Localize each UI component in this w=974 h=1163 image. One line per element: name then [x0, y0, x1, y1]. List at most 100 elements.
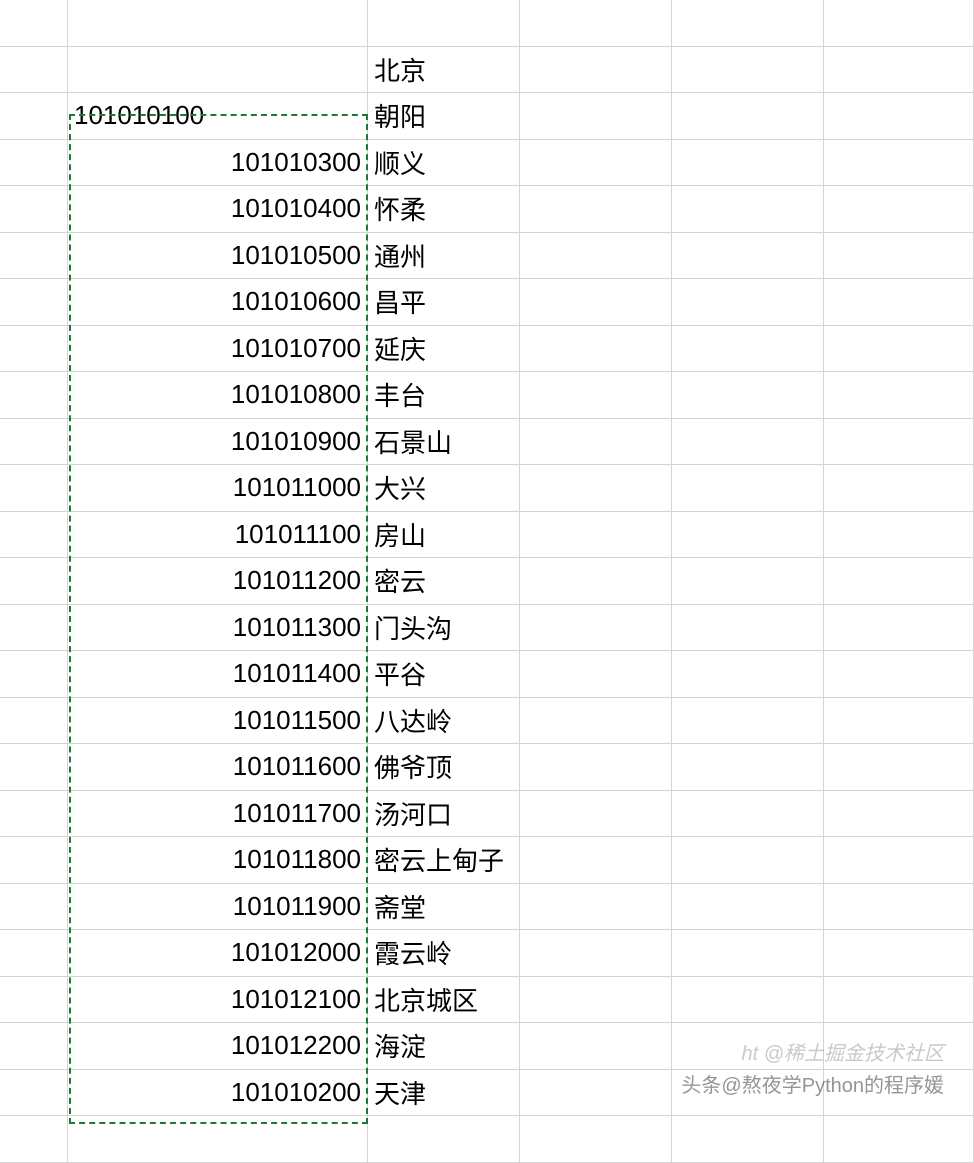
cell[interactable] — [520, 186, 672, 233]
code-cell[interactable]: 101012000 — [68, 930, 368, 977]
cell[interactable] — [824, 140, 974, 187]
cell[interactable] — [520, 512, 672, 559]
name-cell[interactable]: 朝阳 — [368, 93, 520, 140]
cell[interactable] — [824, 419, 974, 466]
cell[interactable] — [520, 1070, 672, 1117]
cell[interactable] — [0, 326, 68, 373]
cell[interactable] — [824, 186, 974, 233]
cell[interactable] — [0, 93, 68, 140]
code-cell[interactable]: 101010800 — [68, 372, 368, 419]
cell[interactable] — [520, 884, 672, 931]
cell[interactable] — [672, 930, 824, 977]
cell[interactable] — [672, 884, 824, 931]
cell[interactable] — [0, 605, 68, 652]
cell[interactable] — [824, 698, 974, 745]
name-cell[interactable]: 怀柔 — [368, 186, 520, 233]
cell[interactable] — [520, 419, 672, 466]
cell[interactable] — [824, 791, 974, 838]
cell[interactable] — [520, 140, 672, 187]
name-cell[interactable]: 丰台 — [368, 372, 520, 419]
cell[interactable] — [0, 140, 68, 187]
cell[interactable] — [0, 884, 68, 931]
name-cell[interactable]: 昌平 — [368, 279, 520, 326]
cell[interactable] — [824, 372, 974, 419]
name-cell[interactable]: 汤河口 — [368, 791, 520, 838]
name-cell[interactable]: 北京城区 — [368, 977, 520, 1024]
cell[interactable] — [520, 372, 672, 419]
cell[interactable] — [0, 977, 68, 1024]
code-cell[interactable]: 101011500 — [68, 698, 368, 745]
cell[interactable] — [672, 372, 824, 419]
cell[interactable] — [824, 0, 974, 47]
cell[interactable] — [672, 744, 824, 791]
code-cell[interactable]: 101010200 — [68, 1070, 368, 1117]
code-cell[interactable]: 101011200 — [68, 558, 368, 605]
cell[interactable] — [672, 791, 824, 838]
cell[interactable] — [68, 1116, 368, 1163]
cell[interactable] — [0, 233, 68, 280]
name-cell[interactable]: 八达岭 — [368, 698, 520, 745]
cell[interactable] — [672, 186, 824, 233]
cell[interactable] — [824, 651, 974, 698]
cell[interactable] — [0, 47, 68, 94]
cell[interactable] — [520, 744, 672, 791]
cell[interactable] — [520, 1023, 672, 1070]
code-cell[interactable]: 101010600 — [68, 279, 368, 326]
name-cell[interactable]: 佛爷顶 — [368, 744, 520, 791]
code-cell[interactable]: 101012100 — [68, 977, 368, 1024]
cell[interactable] — [824, 93, 974, 140]
name-cell[interactable]: 延庆 — [368, 326, 520, 373]
cell[interactable] — [520, 233, 672, 280]
code-cell[interactable]: 101011400 — [68, 651, 368, 698]
code-cell[interactable]: 101012200 — [68, 1023, 368, 1070]
code-cell[interactable]: 101010900 — [68, 419, 368, 466]
cell[interactable] — [368, 1116, 520, 1163]
name-cell[interactable]: 大兴 — [368, 465, 520, 512]
name-cell[interactable]: 北京 — [368, 47, 520, 94]
cell[interactable] — [672, 465, 824, 512]
cell[interactable] — [824, 837, 974, 884]
cell[interactable] — [824, 326, 974, 373]
cell[interactable] — [824, 884, 974, 931]
code-cell[interactable]: 101010400 — [68, 186, 368, 233]
cell[interactable] — [824, 930, 974, 977]
code-cell[interactable]: 101011600 — [68, 744, 368, 791]
name-cell[interactable]: 石景山 — [368, 419, 520, 466]
cell[interactable] — [672, 1116, 824, 1163]
code-cell[interactable]: 101011800 — [68, 837, 368, 884]
cell[interactable] — [0, 0, 68, 47]
cell[interactable] — [520, 605, 672, 652]
code-cell[interactable] — [68, 0, 368, 47]
cell[interactable] — [0, 744, 68, 791]
cell[interactable] — [824, 233, 974, 280]
cell[interactable] — [824, 47, 974, 94]
cell[interactable] — [0, 1023, 68, 1070]
name-cell[interactable]: 斋堂 — [368, 884, 520, 931]
cell[interactable] — [0, 512, 68, 559]
cell[interactable] — [672, 326, 824, 373]
cell[interactable] — [520, 977, 672, 1024]
cell[interactable] — [520, 651, 672, 698]
cell[interactable] — [672, 419, 824, 466]
cell[interactable] — [824, 1116, 974, 1163]
cell[interactable] — [520, 0, 672, 47]
name-cell[interactable]: 平谷 — [368, 651, 520, 698]
cell[interactable] — [672, 0, 824, 47]
cell[interactable] — [672, 651, 824, 698]
code-cell[interactable]: 101010500 — [68, 233, 368, 280]
spreadsheet-grid[interactable]: 北京101010100朝阳101010300顺义101010400怀柔10101… — [0, 0, 974, 1126]
cell[interactable] — [0, 372, 68, 419]
cell[interactable] — [0, 837, 68, 884]
cell[interactable] — [0, 1070, 68, 1117]
cell[interactable] — [520, 837, 672, 884]
cell[interactable] — [824, 977, 974, 1024]
name-cell[interactable]: 房山 — [368, 512, 520, 559]
cell[interactable] — [672, 233, 824, 280]
name-cell[interactable]: 门头沟 — [368, 605, 520, 652]
code-cell[interactable]: 101011700 — [68, 791, 368, 838]
code-cell[interactable]: 101011900 — [68, 884, 368, 931]
cell[interactable] — [0, 651, 68, 698]
code-cell[interactable] — [68, 47, 368, 94]
name-cell[interactable]: 密云 — [368, 558, 520, 605]
cell[interactable] — [672, 977, 824, 1024]
